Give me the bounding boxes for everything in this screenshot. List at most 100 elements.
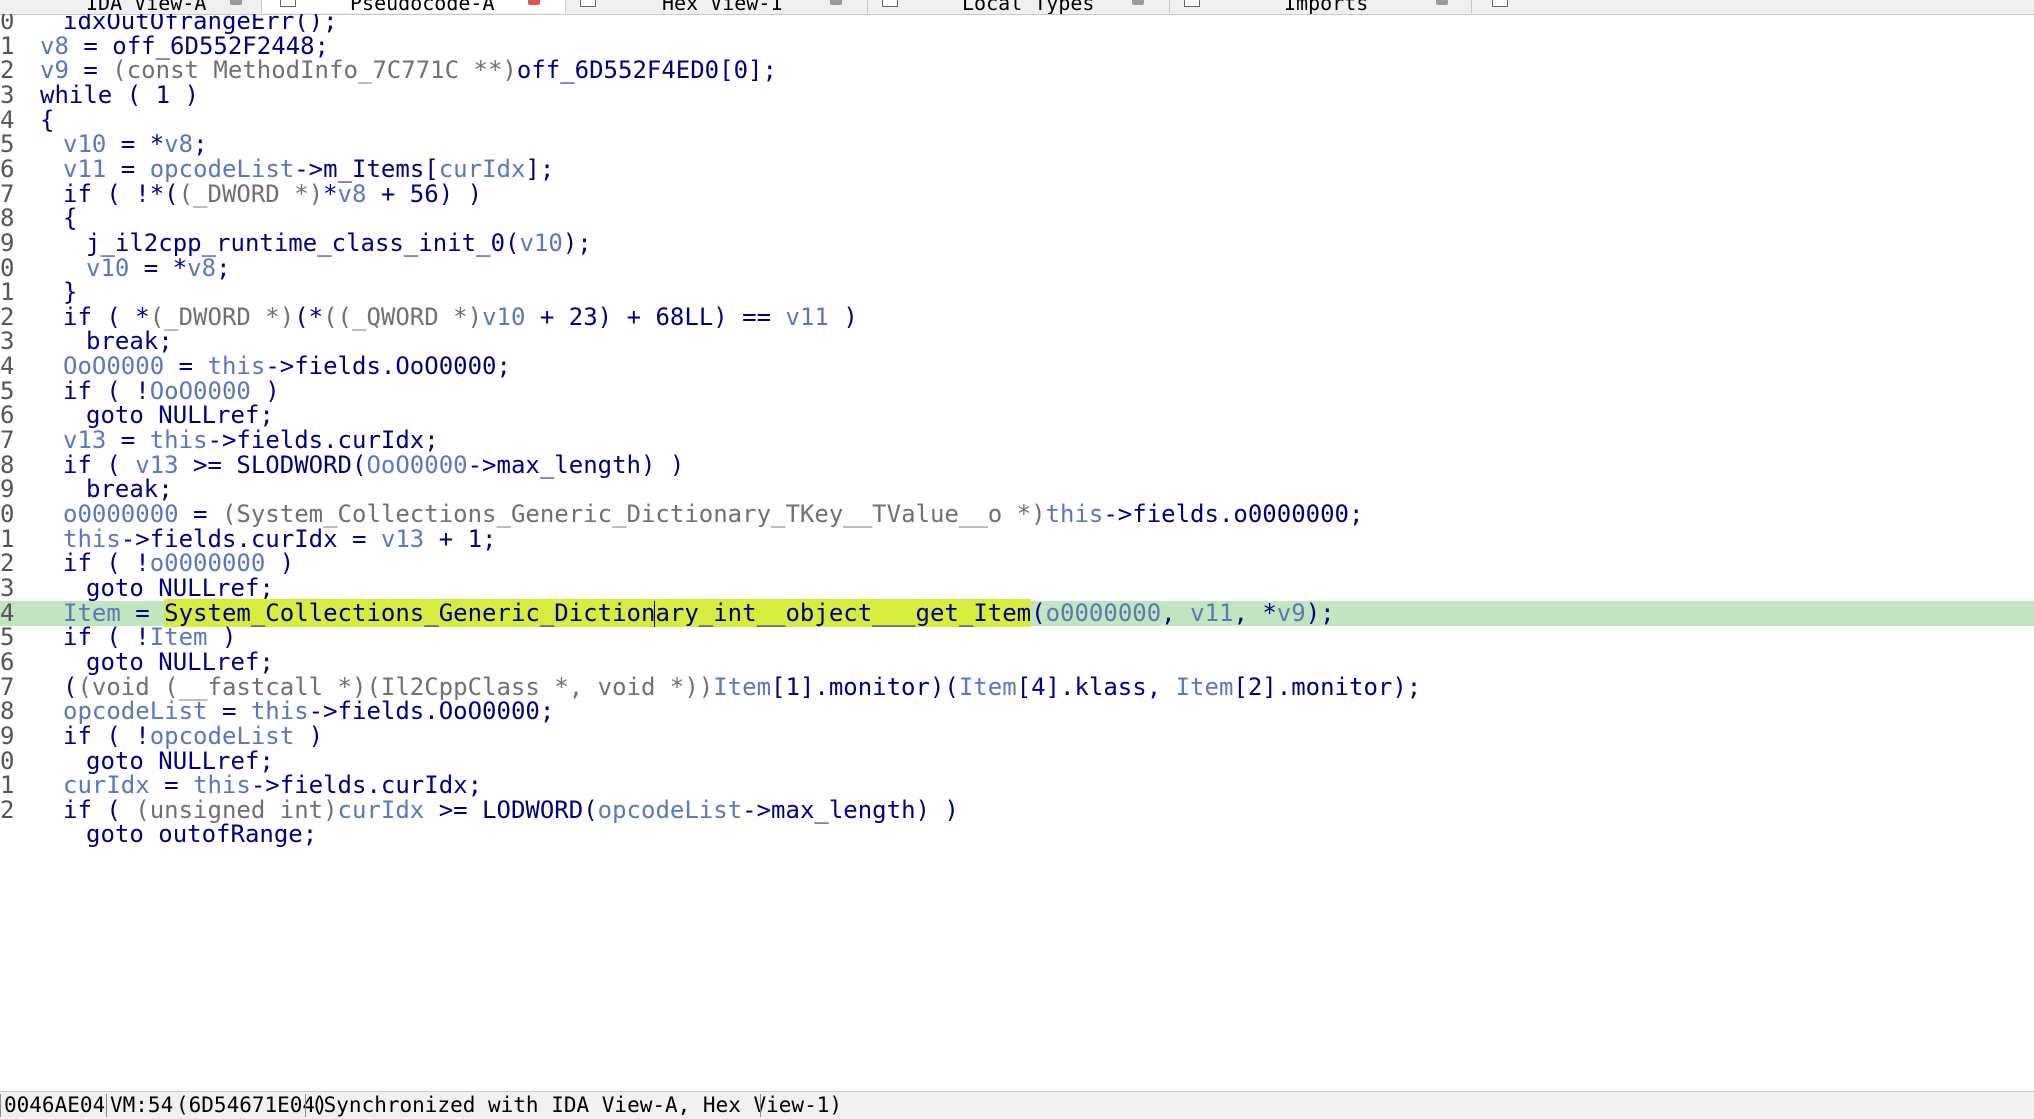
code-line[interactable]: 1 this->fields.curIdx = v13 + 1; <box>0 527 2034 552</box>
code-identifier[interactable]: Item <box>713 673 771 701</box>
tab-ida-view-a[interactable]: IDA View-A <box>0 0 262 14</box>
line-number: 1 <box>0 34 14 59</box>
code-line[interactable]: 1 curIdx = this->fields.curIdx; <box>0 773 2034 798</box>
code-identifier[interactable]: this <box>193 771 251 799</box>
code-identifier[interactable]: this <box>1046 500 1104 528</box>
code-line[interactable]: 0 v10 = *v8; <box>0 256 2034 281</box>
code-line[interactable]: 6 goto NULLref; <box>0 650 2034 675</box>
close-icon[interactable] <box>1132 0 1144 5</box>
code-identifier[interactable]: this <box>251 697 309 725</box>
code-token: break; <box>86 327 173 355</box>
code-identifier[interactable]: o0000000 <box>1046 599 1162 627</box>
code-text: goto NULLref; <box>86 650 274 675</box>
code-token: } <box>63 278 78 306</box>
selected-function-name[interactable]: ary_int__object___get_Item <box>655 599 1032 627</box>
code-identifier[interactable]: v8 <box>164 130 193 158</box>
code-line[interactable]: 5 if ( !OoO0000 ) <box>0 379 2034 404</box>
code-identifier[interactable]: v9 <box>40 56 69 84</box>
code-identifier[interactable]: this <box>208 352 266 380</box>
code-text: while ( 1 ) <box>40 83 199 108</box>
line-number: 3 <box>0 83 14 108</box>
code-text: curIdx = this->fields.curIdx; <box>63 773 482 798</box>
code-line[interactable]: 0 o0000000 = (System_Collections_Generic_… <box>0 502 2034 527</box>
status-bar: 0046AE04 VM:54 (6D54671E04) (Synchronize… <box>0 1091 2034 1119</box>
code-token: ( <box>1031 599 1046 627</box>
code-token: goto outofRange; <box>86 820 318 848</box>
code-identifier[interactable]: OoO0000 <box>366 451 467 479</box>
code-identifier[interactable]: curIdx <box>63 771 150 799</box>
code-identifier[interactable]: Item <box>1176 673 1234 701</box>
code-line[interactable]: 9 if ( !opcodeList ) <box>0 724 2034 749</box>
line-number: 8 <box>0 206 14 231</box>
code-identifier[interactable]: v13 <box>381 525 424 553</box>
code-token: + 23) + 68LL) == <box>525 303 786 331</box>
line-number: 8 <box>0 699 14 724</box>
code-identifier[interactable]: curIdx <box>439 155 526 183</box>
code-line[interactable]: 2 if ( !o0000000 ) <box>0 551 2034 576</box>
code-identifier[interactable]: v11 <box>63 155 106 183</box>
code-line[interactable]: 5 if ( !Item ) <box>0 625 2034 650</box>
line-number: 4 <box>0 601 14 626</box>
close-icon[interactable] <box>830 0 842 5</box>
tab-local-types[interactable]: Local Types <box>868 0 1170 14</box>
code-line[interactable]: 0 idxOutOfrangeErr(); <box>0 14 2034 34</box>
code-line[interactable]: 2 v9 = (const MethodInfo_7C771C **)off_6D… <box>0 58 2034 83</box>
code-identifier[interactable]: curIdx <box>338 796 425 824</box>
code-identifier[interactable]: v8 <box>338 180 367 208</box>
pseudocode-editor[interactable]: 0 idxOutOfrangeErr(); 1 v8 = off_6D552F2448… <box>0 14 2034 1091</box>
code-line[interactable]: 6 v11 = opcodeList->m_Items[curIdx]; <box>0 157 2034 182</box>
code-identifier[interactable]: opcodeList <box>598 796 743 824</box>
code-identifier[interactable]: opcodeList <box>63 697 208 725</box>
line-number: 9 <box>0 724 14 749</box>
code-identifier[interactable]: o0000000 <box>63 500 179 528</box>
local-types-icon <box>882 0 898 7</box>
code-line[interactable]: 2 if ( *(_DWORD *)(*((_QWORD *)v10 + 23) … <box>0 305 2034 330</box>
code-identifier[interactable]: v8 <box>187 254 216 282</box>
code-identifier[interactable]: v10 <box>519 229 562 257</box>
tab-pseudocode-a[interactable]: Pseudocode-A <box>262 0 566 14</box>
code-identifier[interactable]: Item <box>150 623 208 651</box>
code-line[interactable]: 3 break; <box>0 329 2034 354</box>
tab-imports[interactable]: Imports <box>1170 0 1472 14</box>
code-line[interactable]: 7 v13 = this->fields.curIdx; <box>0 428 2034 453</box>
code-identifier[interactable]: o0000000 <box>150 549 266 577</box>
status-divider <box>0 1094 1 1117</box>
code-token: [1].monitor)( <box>771 673 959 701</box>
code-line-current[interactable]: 4 Item = System_Collections_Generic_Dicti… <box>0 599 2034 627</box>
code-token: ; <box>193 130 208 158</box>
code-identifier[interactable]: v11 <box>786 303 829 331</box>
tab-hex-view-1[interactable]: Hex View-1 <box>566 0 868 14</box>
code-line[interactable]: 8{ <box>0 206 2034 231</box>
code-identifier[interactable]: v11 <box>1190 599 1233 627</box>
code-token: ; <box>216 254 231 282</box>
code-identifier[interactable]: OoO0000 <box>63 352 164 380</box>
code-identifier[interactable]: v9 <box>1277 599 1306 627</box>
code-line[interactable]: 8 opcodeList = this->fields.OoO0000; <box>0 699 2034 724</box>
code-identifier[interactable]: opcodeList <box>150 155 295 183</box>
close-icon[interactable] <box>230 0 242 5</box>
close-icon[interactable] <box>1436 0 1448 5</box>
code-identifier[interactable]: v10 <box>482 303 525 331</box>
code-line[interactable]: 4 OoO0000 = this->fields.OoO0000; <box>0 354 2034 379</box>
code-line[interactable]: 4{ <box>0 108 2034 133</box>
code-identifier[interactable]: this <box>150 426 208 454</box>
code-identifier[interactable]: v13 <box>63 426 106 454</box>
code-identifier[interactable]: Item <box>959 673 1017 701</box>
code-identifier[interactable]: v10 <box>63 130 106 158</box>
code-line[interactable]: 9 break; <box>0 477 2034 502</box>
code-identifier[interactable]: v10 <box>86 254 129 282</box>
code-line[interactable]: 3 goto NULLref; <box>0 576 2034 601</box>
code-line[interactable]: 9 j_il2cpp_runtime_class_init_0(v10); <box>0 231 2034 256</box>
code-identifier[interactable]: opcodeList <box>150 722 295 750</box>
code-line[interactable]: goto outofRange; <box>0 822 2034 847</box>
tab-overflow[interactable] <box>1472 0 1542 13</box>
close-icon[interactable] <box>528 0 540 5</box>
code-line[interactable]: 1} <box>0 280 2034 305</box>
code-line[interactable]: 8 if ( v13 >= SLODWORD(OoO0000->max_lengt… <box>0 453 2034 478</box>
code-line[interactable]: 7 if ( !*((_DWORD *)*v8 + 56) ) <box>0 182 2034 207</box>
code-line[interactable]: 3 while ( 1 ) <box>0 83 2034 108</box>
selected-function-name[interactable]: System_Collections_Generic_Diction <box>164 599 656 627</box>
code-line[interactable]: 5 v10 = *v8; <box>0 132 2034 157</box>
code-line[interactable]: 6 goto NULLref; <box>0 403 2034 428</box>
code-text: if ( !Item ) <box>63 625 236 650</box>
